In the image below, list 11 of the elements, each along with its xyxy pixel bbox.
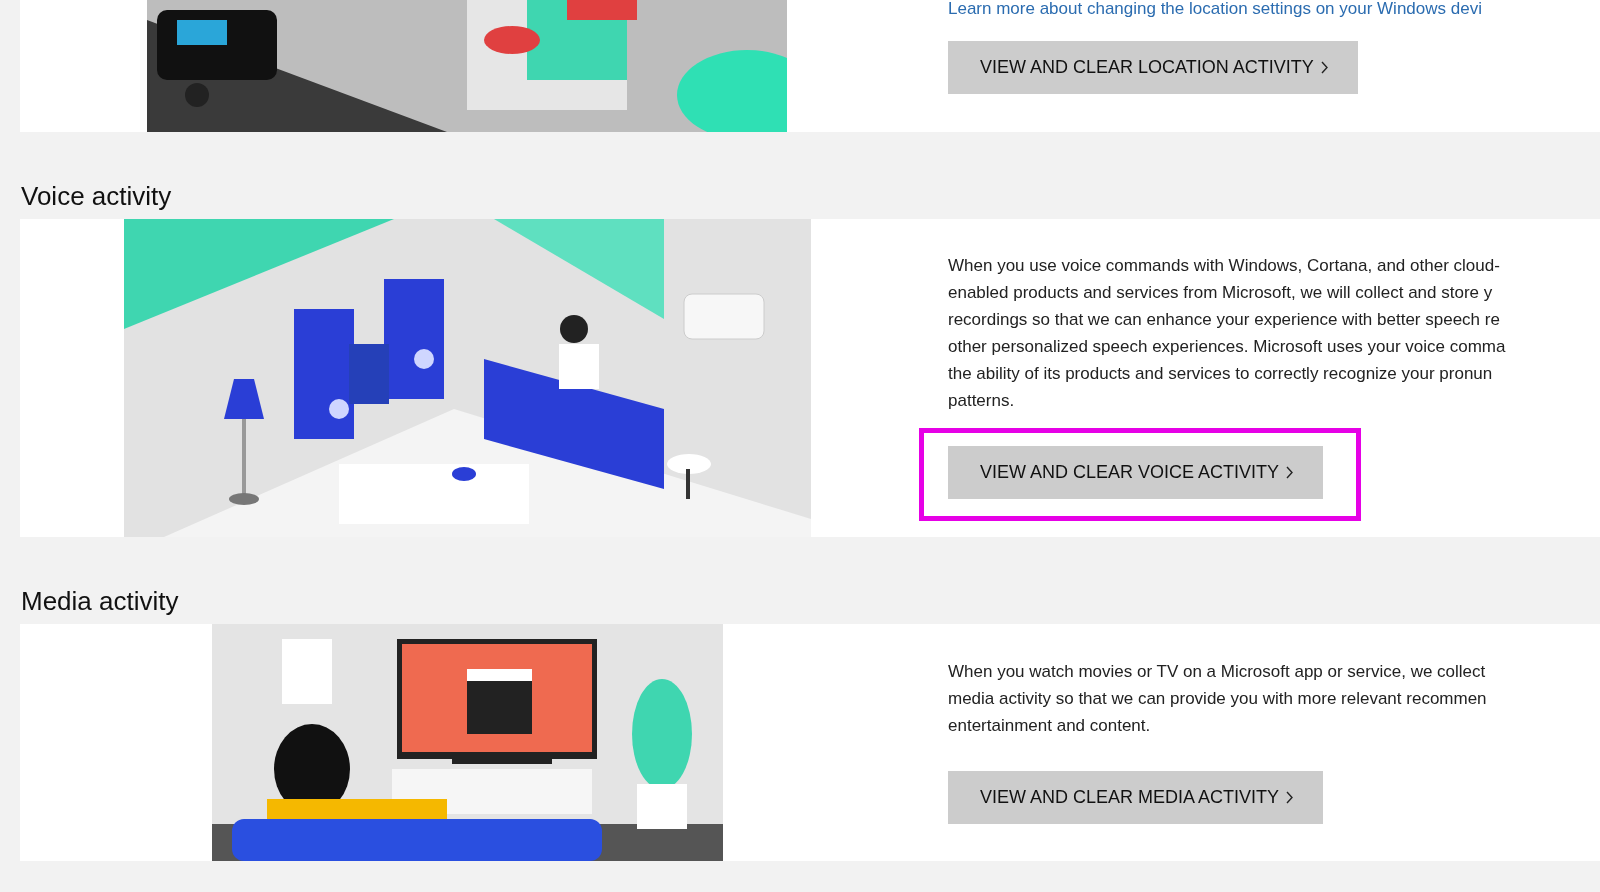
location-settings-link[interactable]: Learn more about changing the location settings on your Windows devi bbox=[948, 0, 1482, 18]
section-heading: Voice activity bbox=[21, 180, 172, 212]
description-text: When you watch movies or TV on a Microsoft app or service, we collect media activity so that we can provide you with more relevant recommen entertainment and content. bbox=[948, 661, 1487, 737]
chevron-right-icon bbox=[1286, 466, 1294, 479]
view-and-clear-button[interactable]: VIEW AND CLEAR VOICE ACTIVITY bbox=[948, 446, 1324, 499]
chevron-right-icon bbox=[1286, 791, 1294, 804]
description-text: When you use voice commands with Windows, Cortana, and other cloud- enabled products and services from Microsoft, we will collect and store y recordings so that we can enhance your experience with better speech re other personalized speech experiences. Microsoft uses your voice comma the ability of its products and services to correctly recognize your pronun patterns. bbox=[948, 255, 1506, 412]
view-and-clear-button[interactable]: VIEW AND CLEAR LOCATION ACTIVITY bbox=[948, 41, 1358, 94]
section-heading: Media activity bbox=[21, 585, 179, 617]
view-and-clear-button[interactable]: VIEW AND CLEAR MEDIA ACTIVITY bbox=[948, 771, 1324, 824]
chevron-right-icon bbox=[1320, 61, 1328, 74]
